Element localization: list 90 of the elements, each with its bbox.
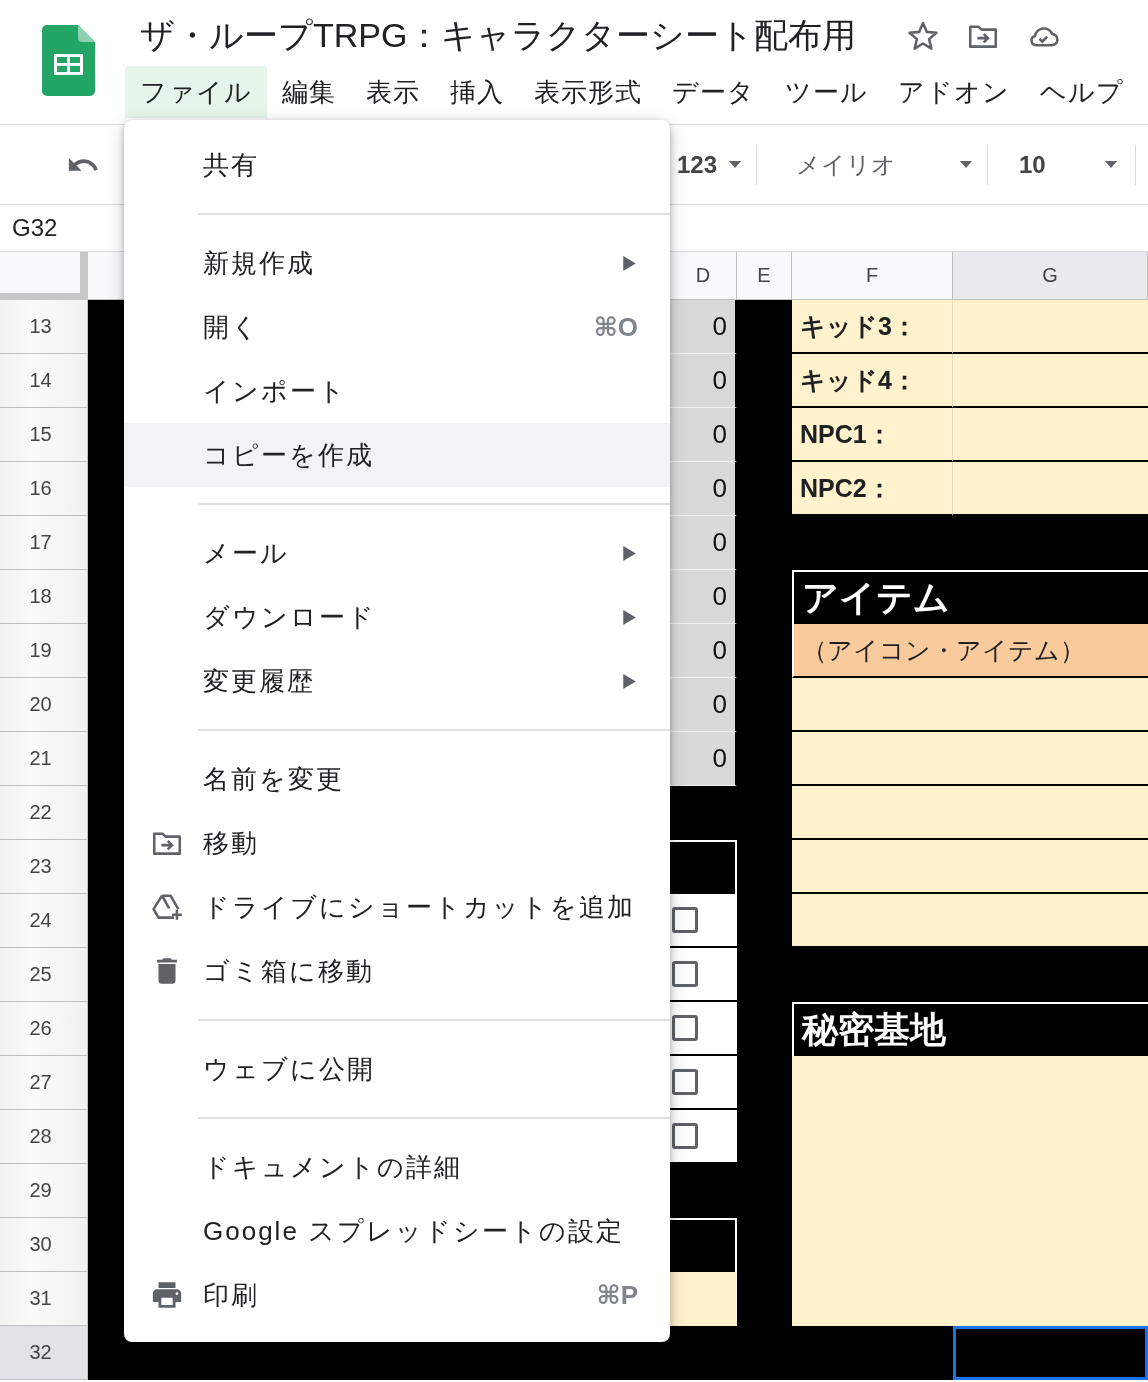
table-cell: 0 [670, 624, 737, 678]
table-cell: キッド4： [792, 354, 953, 408]
table-cell: NPC1： [792, 408, 953, 462]
menu-item[interactable]: ゴミ箱に移動 [124, 939, 670, 1003]
menu-item[interactable]: ダウンロード [124, 585, 670, 649]
row-header[interactable]: 28 [0, 1110, 88, 1164]
table-cell: 秘密基地 [792, 1002, 1148, 1056]
row-header[interactable]: 20 [0, 678, 88, 732]
menu-item[interactable]: ドライブにショートカットを追加 [124, 875, 670, 939]
row-header[interactable]: 15 [0, 408, 88, 462]
document-title[interactable]: ザ・ループTRPG：キャラクターシート配布用 [140, 13, 857, 59]
menu-item[interactable]: ウェブに公開 [124, 1037, 670, 1101]
row-header[interactable]: 14 [0, 354, 88, 408]
menu-item[interactable]: Google スプレッドシートの設定 [124, 1199, 670, 1263]
name-box[interactable]: G32 [12, 214, 58, 242]
row-header[interactable]: 13 [0, 300, 88, 354]
menu-item[interactable]: コピーを作成 [124, 423, 670, 487]
checkbox[interactable] [672, 1069, 698, 1095]
menu-item[interactable]: 変更履歴 [124, 649, 670, 713]
row-header[interactable]: 21 [0, 732, 88, 786]
table-cell [88, 300, 124, 354]
table-cell [737, 300, 792, 354]
submenu-arrow-icon [623, 255, 636, 271]
menu-item[interactable]: 印刷 ⌘P [124, 1263, 670, 1327]
menu-item[interactable]: 新規作成 [124, 231, 670, 295]
star-icon[interactable] [906, 19, 941, 53]
table-cell: キッド3： [792, 300, 953, 354]
row-header[interactable]: 25 [0, 948, 88, 1002]
table-cell: 0 [670, 408, 737, 462]
menu-bar-item[interactable]: ヘルプ [1025, 66, 1139, 118]
menu-item[interactable]: 名前を変更 [124, 747, 670, 811]
caret-icon [960, 161, 972, 168]
checkbox[interactable] [672, 1123, 698, 1149]
submenu-arrow-icon [623, 545, 636, 561]
column-header[interactable]: D [670, 252, 737, 300]
row-header[interactable]: 23 [0, 840, 88, 894]
table-cell: （アイコン・アイテム） [792, 624, 1148, 678]
spreadsheet-logo-icon[interactable] [42, 25, 95, 96]
row-header[interactable]: 22 [0, 786, 88, 840]
row-header[interactable]: 16 [0, 462, 88, 516]
menu-bar-item[interactable]: 編集 [267, 66, 351, 118]
checkbox[interactable] [672, 961, 698, 987]
submenu-arrow-icon [623, 609, 636, 625]
menu-bar-item[interactable]: アドオン [883, 66, 1025, 118]
row-header[interactable]: 18 [0, 570, 88, 624]
row-header[interactable]: 31 [0, 1272, 88, 1326]
table-cell: 0 [670, 732, 737, 786]
shortcut-label: ⌘O [593, 311, 638, 343]
checkbox[interactable] [672, 907, 698, 933]
column-header[interactable]: G [953, 252, 1148, 300]
menu-item[interactable]: 開く ⌘O [124, 295, 670, 359]
table-cell: 0 [670, 570, 737, 624]
menu-item[interactable]: メール [124, 521, 670, 585]
row-header[interactable]: 27 [0, 1056, 88, 1110]
font-size-dropdown[interactable]: 10 [1019, 150, 1117, 179]
row-header[interactable]: 17 [0, 516, 88, 570]
font-dropdown[interactable]: メイリオ [796, 148, 972, 181]
row-header[interactable]: 19 [0, 624, 88, 678]
menu-bar-item[interactable]: データ [657, 66, 770, 118]
table-cell: アイテム [792, 570, 1148, 624]
menu-bar-item[interactable]: ツール [770, 66, 883, 118]
row-header[interactable]: 26 [0, 1002, 88, 1056]
menu-bar-item[interactable]: 表示形式 [519, 66, 657, 118]
checkbox[interactable] [672, 1015, 698, 1041]
menu-item[interactable]: ドキュメントの詳細 [124, 1135, 670, 1199]
table-cell: 0 [670, 678, 737, 732]
row-header[interactable]: 32 [0, 1326, 88, 1380]
shortcut-label: ⌘P [596, 1279, 638, 1311]
row-header[interactable]: 29 [0, 1164, 88, 1218]
menu-bar-item[interactable]: 挿入 [435, 66, 519, 118]
table-cell: 0 [670, 300, 737, 354]
column-header[interactable]: F [792, 252, 953, 300]
column-header[interactable]: E [737, 252, 792, 300]
caret-icon [729, 161, 741, 168]
menu-item[interactable]: 移動 [124, 811, 670, 875]
table-cell: NPC2： [792, 462, 953, 516]
row-header[interactable]: 24 [0, 894, 88, 948]
table-cell: 0 [670, 354, 737, 408]
table-cell: 0 [670, 516, 737, 570]
table-cell: 0 [670, 462, 737, 516]
menu-bar-item[interactable]: 表示 [351, 66, 435, 118]
number-format-button[interactable]: 123 [677, 150, 741, 179]
submenu-arrow-icon [623, 673, 636, 689]
menu-bar-item[interactable]: ファイル [125, 66, 267, 118]
table-cell [670, 1272, 737, 1326]
caret-icon [1105, 161, 1117, 168]
menu-item[interactable]: 共有 [124, 133, 670, 197]
row-header[interactable]: 30 [0, 1218, 88, 1272]
table-cell [670, 786, 737, 840]
menu-item[interactable]: インポート [124, 359, 670, 423]
